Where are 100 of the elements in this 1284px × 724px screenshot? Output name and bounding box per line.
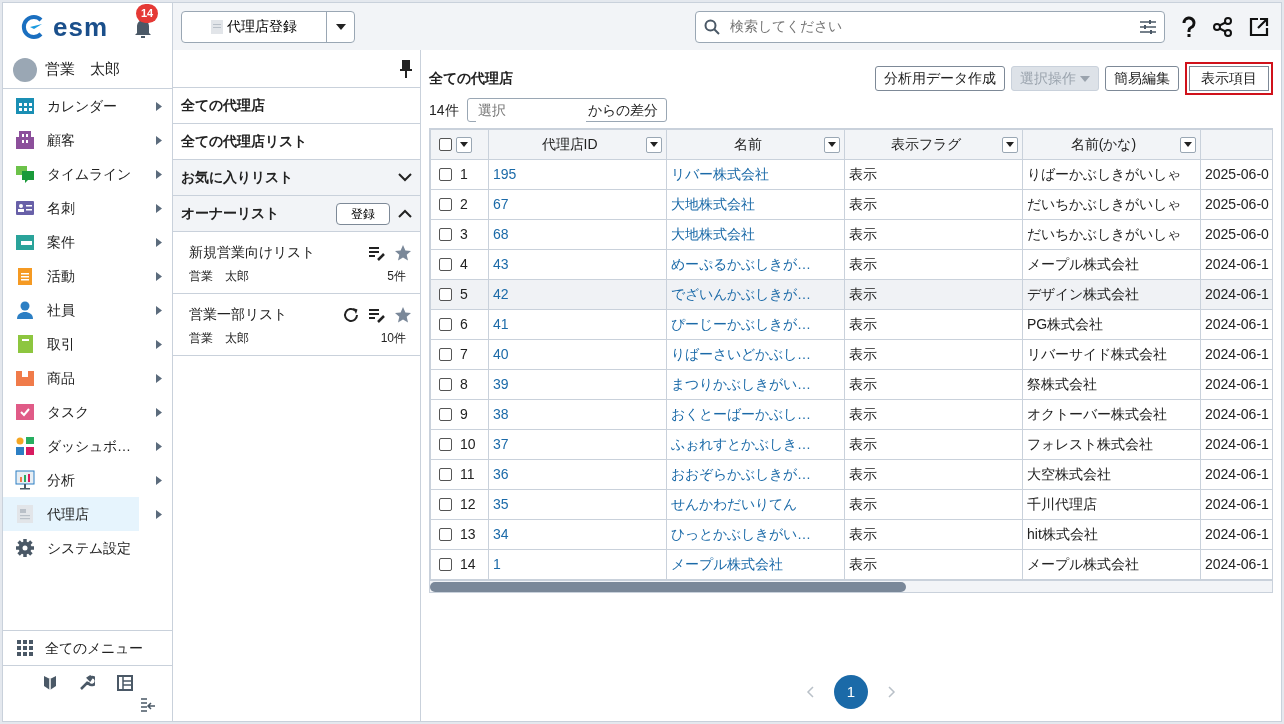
logo-text: esm bbox=[53, 10, 109, 44]
row-checkbox[interactable] bbox=[439, 288, 452, 301]
caret-icon bbox=[156, 101, 162, 111]
edit-list-icon[interactable] bbox=[368, 244, 386, 261]
gear-icon bbox=[15, 538, 35, 558]
id-link[interactable]: 43 bbox=[493, 256, 509, 272]
row-checkbox[interactable] bbox=[439, 558, 452, 571]
row-checkbox[interactable] bbox=[439, 438, 452, 451]
list-name[interactable]: 営業一部リスト bbox=[189, 304, 334, 325]
list-name[interactable]: 新規営業向けリスト bbox=[189, 242, 360, 263]
id-link[interactable]: 38 bbox=[493, 406, 509, 422]
card-icon bbox=[15, 198, 35, 218]
star-icon[interactable] bbox=[394, 243, 412, 262]
filter-button[interactable] bbox=[1180, 136, 1196, 153]
id-link[interactable]: 37 bbox=[493, 436, 509, 452]
table-cell: リバーサイド株式会社 bbox=[1027, 346, 1167, 362]
list-card[interactable]: 新規営業向けリスト 営業 太郎 5件 bbox=[173, 232, 420, 294]
diff-field[interactable]: 選択 からの差分 bbox=[466, 98, 667, 122]
row-checkbox[interactable] bbox=[439, 198, 452, 211]
table-cell: 2024-06-1 bbox=[1205, 526, 1269, 542]
list-link[interactable]: 全ての代理店 bbox=[173, 88, 420, 124]
row-checkbox[interactable] bbox=[439, 348, 452, 361]
search-field[interactable]: 検索してください bbox=[695, 10, 1165, 43]
id-link[interactable]: 67 bbox=[493, 196, 509, 212]
scrollbar-thumb[interactable] bbox=[430, 582, 906, 592]
collapse-icon[interactable] bbox=[140, 697, 156, 713]
page-button[interactable]: 1 bbox=[834, 675, 868, 709]
filter-button[interactable] bbox=[1002, 136, 1018, 153]
list-owner: 営業 太郎 bbox=[189, 268, 249, 285]
wrench-icon[interactable] bbox=[78, 675, 95, 691]
row-checkbox[interactable] bbox=[439, 528, 452, 541]
menu-item[interactable]: 社員 bbox=[3, 293, 172, 327]
menu-item[interactable]: タスク bbox=[3, 395, 172, 429]
id-link[interactable]: 195 bbox=[493, 166, 517, 182]
menu-item[interactable]: カレンダー bbox=[3, 89, 172, 123]
table-cell: 2024-06-1 bbox=[1205, 496, 1269, 512]
row-checkbox[interactable] bbox=[439, 408, 452, 421]
id-link[interactable]: 40 bbox=[493, 346, 509, 362]
id-link[interactable]: 68 bbox=[493, 226, 509, 242]
id-link[interactable]: 42 bbox=[493, 286, 509, 302]
filter-sliders-icon[interactable] bbox=[1140, 19, 1156, 34]
menu-item[interactable]: 分析 bbox=[3, 463, 172, 497]
menu-item[interactable]: タイムライン bbox=[3, 157, 172, 191]
table-cell: 2024-06-1 bbox=[1205, 556, 1269, 572]
star-icon[interactable] bbox=[394, 305, 412, 324]
action-button[interactable]: 分析用データ作成 bbox=[875, 66, 1005, 91]
action-button[interactable]: 表示項目 bbox=[1185, 62, 1273, 95]
table-cell: 表示 bbox=[849, 406, 877, 422]
filter-button[interactable] bbox=[456, 136, 472, 153]
dashboard-icon bbox=[15, 436, 35, 456]
list-count: 10件 bbox=[380, 330, 406, 347]
action-button[interactable]: 簡易編集 bbox=[1105, 66, 1179, 91]
row-checkbox[interactable] bbox=[439, 498, 452, 511]
row-checkbox[interactable] bbox=[439, 378, 452, 391]
refresh-icon[interactable] bbox=[342, 305, 360, 324]
calendar-icon bbox=[15, 96, 35, 116]
edit-list-icon[interactable] bbox=[368, 306, 386, 323]
caret-icon bbox=[156, 203, 162, 213]
id-link[interactable]: 36 bbox=[493, 466, 509, 482]
table-cell: 2024-06-1 bbox=[1205, 316, 1269, 332]
caret-icon bbox=[650, 142, 658, 147]
chevron-icon[interactable] bbox=[398, 209, 412, 218]
row-checkbox[interactable] bbox=[439, 468, 452, 481]
menu-item[interactable]: 商品 bbox=[3, 361, 172, 395]
all-menu-link[interactable]: 全てのメニュー bbox=[3, 630, 172, 666]
menu-item[interactable]: ダッシュボ… bbox=[3, 429, 172, 463]
caret-icon bbox=[156, 271, 162, 281]
menu-item[interactable]: 取引 bbox=[3, 327, 172, 361]
row-checkbox[interactable] bbox=[439, 168, 452, 181]
id-link[interactable]: 39 bbox=[493, 376, 509, 392]
row-checkbox[interactable] bbox=[439, 228, 452, 241]
menu-item[interactable]: 名刺 bbox=[3, 191, 172, 225]
pin-icon[interactable] bbox=[400, 59, 412, 78]
menu-item[interactable]: 案件 bbox=[3, 225, 172, 259]
filter-button[interactable] bbox=[824, 136, 840, 153]
help-icon[interactable] bbox=[1181, 15, 1197, 38]
list-count: 5件 bbox=[387, 268, 406, 285]
row-checkbox[interactable] bbox=[439, 318, 452, 331]
caret-icon bbox=[335, 23, 346, 30]
external-link-icon[interactable] bbox=[1249, 16, 1269, 37]
share-icon[interactable] bbox=[1213, 16, 1233, 37]
diff-suffix: からの差分 bbox=[587, 100, 658, 120]
menu-item[interactable]: システム設定 bbox=[3, 531, 172, 565]
menu-item[interactable]: 顧客 bbox=[3, 123, 172, 157]
chevron-icon[interactable] bbox=[398, 173, 412, 182]
filter-button[interactable] bbox=[646, 136, 662, 153]
id-link[interactable]: 35 bbox=[493, 496, 509, 512]
menu-item[interactable]: 活動 bbox=[3, 259, 172, 293]
scrollbar[interactable] bbox=[429, 581, 1273, 593]
row-checkbox[interactable] bbox=[439, 258, 452, 271]
select-all-checkbox[interactable] bbox=[439, 138, 452, 151]
id-link[interactable]: 34 bbox=[493, 526, 509, 542]
list-card[interactable]: 営業一部リスト 営業 太郎 10件 bbox=[173, 294, 420, 356]
section-header[interactable]: オーナーリスト bbox=[181, 203, 328, 224]
caret-icon bbox=[156, 441, 162, 451]
caret-icon bbox=[1184, 142, 1192, 147]
id-link[interactable]: 1 bbox=[493, 556, 501, 572]
register-button[interactable]: 登録 bbox=[336, 202, 390, 225]
id-link[interactable]: 41 bbox=[493, 316, 509, 332]
table-icon[interactable] bbox=[116, 675, 133, 691]
